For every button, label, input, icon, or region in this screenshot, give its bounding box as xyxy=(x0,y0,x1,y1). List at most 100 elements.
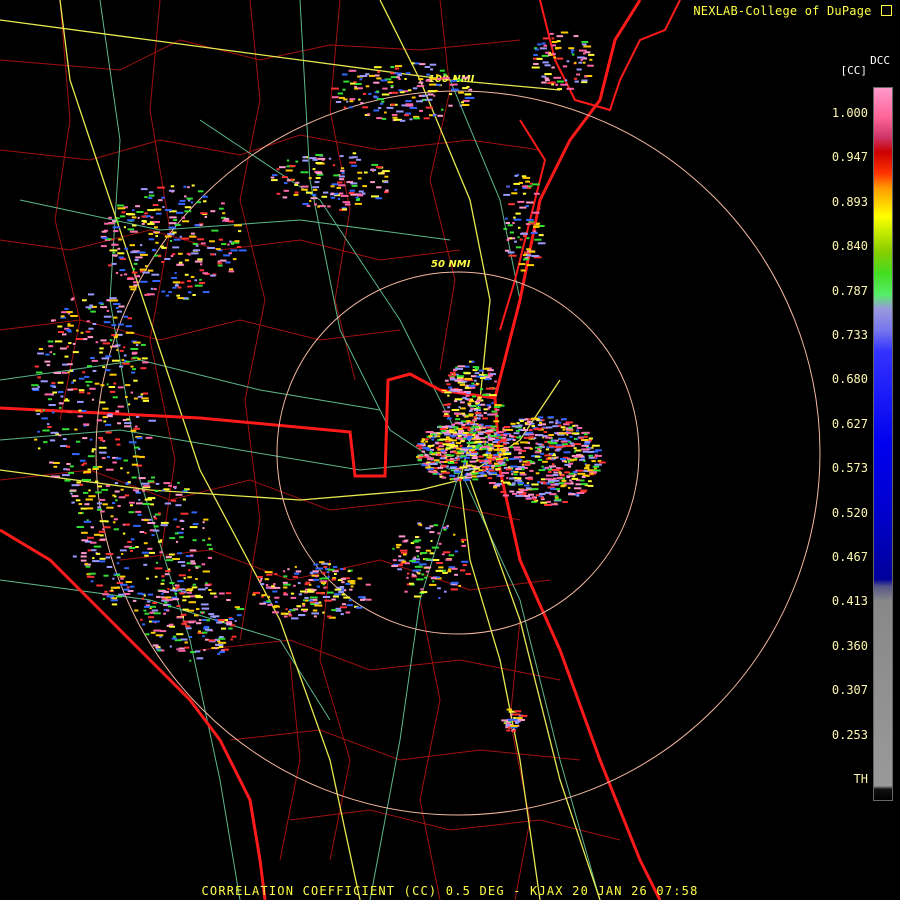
echo-pixel xyxy=(95,552,101,555)
echo-pixel xyxy=(272,606,277,609)
echo-pixel xyxy=(334,593,341,596)
echo-pixel xyxy=(175,283,179,286)
echo-pixel xyxy=(109,339,113,342)
echo-pixel xyxy=(437,587,441,590)
echo-pixel xyxy=(62,333,67,336)
echo-pixel xyxy=(583,45,592,48)
echo-pixel xyxy=(409,582,414,585)
echo-pixel xyxy=(447,570,452,573)
echo-pixel xyxy=(541,54,549,57)
echo-pixel xyxy=(549,493,557,496)
radar-map[interactable]: 100 NMI 50 NMI xyxy=(0,0,900,900)
color-scale-label: 0.733 xyxy=(831,328,868,342)
credit-text[interactable]: NEXLAB-College of DuPage xyxy=(693,4,871,18)
echo-pixel xyxy=(505,434,508,437)
echo-pixel xyxy=(437,432,441,435)
echo-pixel xyxy=(46,364,51,367)
echo-pixel xyxy=(158,590,166,592)
echo-pixel xyxy=(407,572,410,575)
echo-pixel xyxy=(63,468,68,471)
echo-pixel xyxy=(461,540,464,543)
echo-pixel xyxy=(308,177,312,180)
echo-pixel xyxy=(443,403,450,406)
echo-pixel xyxy=(359,78,363,81)
external-link-icon[interactable] xyxy=(881,5,892,16)
echo-pixel xyxy=(562,65,568,68)
echo-pixel xyxy=(503,227,508,230)
echo-pixel xyxy=(71,501,75,504)
echo-pixel xyxy=(122,532,126,535)
echo-pixel xyxy=(444,454,447,457)
echo-pixel xyxy=(514,188,518,191)
echo-pixel xyxy=(464,377,473,380)
echo-pixel xyxy=(520,269,526,272)
echo-pixel xyxy=(492,441,498,443)
echo-pixel xyxy=(218,645,224,648)
echo-pixel xyxy=(291,617,299,620)
echo-pixel xyxy=(96,584,103,587)
echo-pixel xyxy=(150,503,154,506)
echo-pixel xyxy=(126,586,130,589)
echo-pixel xyxy=(70,315,78,317)
echo-pixel xyxy=(551,44,556,47)
echo-pixel xyxy=(50,431,59,434)
echo-pixel xyxy=(568,462,574,465)
echo-pixel xyxy=(467,402,472,405)
echo-pixel xyxy=(444,433,450,436)
echo-pixel xyxy=(354,87,359,90)
echo-pixel xyxy=(369,74,376,77)
echo-pixel xyxy=(87,392,91,395)
echo-pixel xyxy=(154,517,158,520)
echo-pixel xyxy=(577,472,586,475)
echo-pixel xyxy=(494,439,500,441)
echo-pixel xyxy=(129,244,135,247)
echo-pixel xyxy=(195,566,199,569)
echo-pixel xyxy=(271,585,275,588)
echo-pixel xyxy=(513,473,518,476)
echo-pixel xyxy=(584,467,590,470)
echo-pixel xyxy=(157,186,166,189)
echo-pixel xyxy=(549,442,558,444)
echo-pixel xyxy=(276,192,281,195)
color-scale-label: 0.627 xyxy=(831,416,868,431)
echo-pixel xyxy=(358,190,364,193)
echo-pixel xyxy=(177,481,180,484)
echo-pixel xyxy=(106,506,114,509)
echo-pixel xyxy=(350,82,356,85)
echo-pixel xyxy=(587,64,594,67)
echo-pixel xyxy=(327,615,332,618)
echo-pixel xyxy=(200,242,206,245)
echo-pixel xyxy=(566,457,571,460)
echo-pixel xyxy=(474,372,480,375)
echo-pixel xyxy=(286,179,291,182)
echo-pixel xyxy=(357,171,363,174)
echo-pixel xyxy=(319,577,322,580)
echo-pixel xyxy=(449,83,454,86)
ring-label-50: 50 NMI xyxy=(431,259,471,270)
echo-pixel xyxy=(342,88,346,91)
echo-pixel xyxy=(380,79,388,82)
echo-pixel xyxy=(177,552,183,555)
echo-pixel xyxy=(117,405,124,408)
echo-pixel xyxy=(514,479,522,482)
echo-pixel xyxy=(452,426,459,429)
echo-pixel xyxy=(108,264,112,267)
echo-pixel xyxy=(571,432,580,435)
echo-pixel xyxy=(41,417,48,420)
echo-pixel xyxy=(127,228,135,231)
echo-pixel xyxy=(457,435,462,437)
credit-label[interactable]: NEXLAB-College of DuPage xyxy=(693,4,892,18)
echo-pixel xyxy=(453,431,458,434)
echo-pixel xyxy=(545,448,550,451)
echo-pixel xyxy=(362,185,367,188)
echo-pixel xyxy=(515,429,520,432)
echo-pixel xyxy=(409,118,413,121)
echo-pixel xyxy=(524,418,529,421)
echo-pixel xyxy=(343,106,347,109)
echo-pixel xyxy=(161,575,165,578)
echo-pixel xyxy=(524,467,528,469)
echo-pixel xyxy=(200,603,209,606)
echo-pixel xyxy=(587,484,594,487)
echo-pixel xyxy=(176,540,179,543)
echo-pixel xyxy=(238,230,242,233)
